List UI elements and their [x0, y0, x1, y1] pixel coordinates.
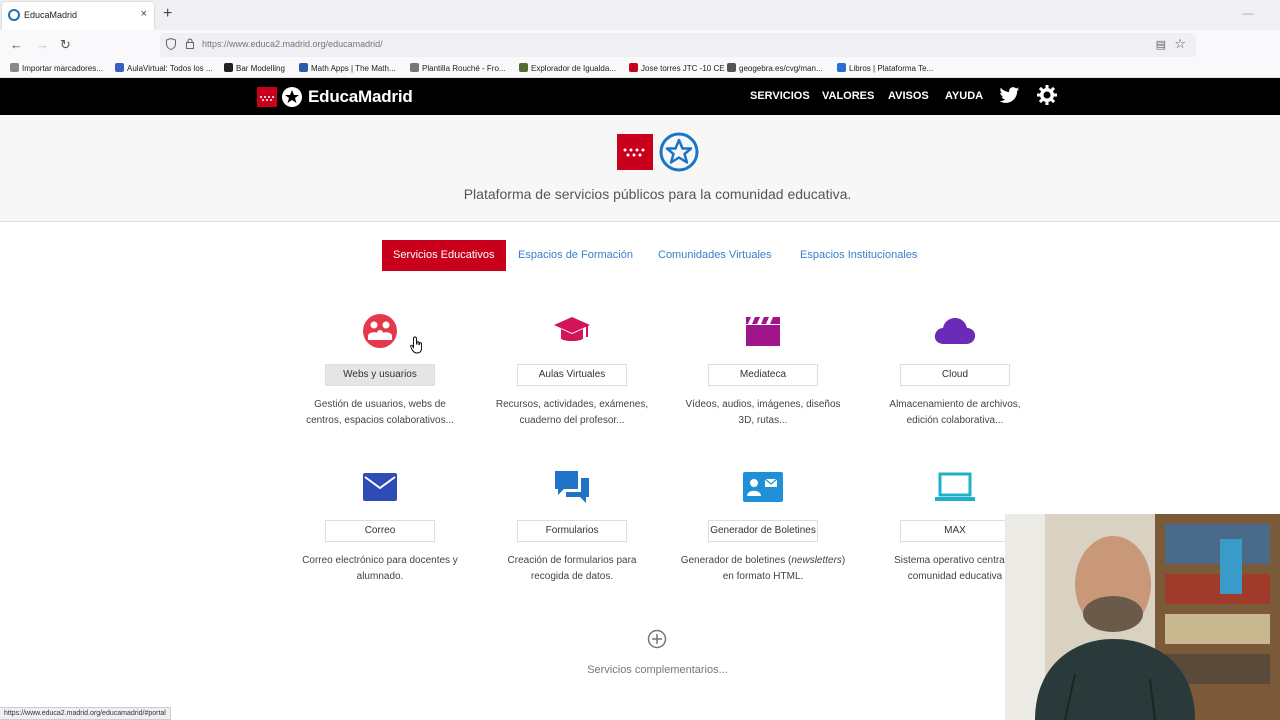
bookmark-item[interactable]: geogebra.es/cvg/man...	[727, 63, 823, 73]
forward-arrow-icon[interactable]: →	[36, 37, 49, 52]
new-tab-button[interactable]: +	[163, 6, 172, 22]
webcam-overlay	[1005, 514, 1280, 720]
max-button[interactable]: MAX	[900, 520, 1010, 542]
generador-boletines-button[interactable]: Generador de Boletines	[708, 520, 818, 542]
tab-espacios-formacion[interactable]: Espacios de Formación	[507, 240, 644, 271]
mediateca-button[interactable]: Mediateca	[708, 364, 818, 386]
graduation-cap-icon[interactable]	[554, 314, 590, 348]
service-cloud: Cloud Almacenamiento de archivos, edición…	[860, 314, 1050, 434]
bookmark-item[interactable]: AulaVirtual: Todos los ...	[115, 63, 213, 73]
educamadrid-star-icon[interactable]	[281, 86, 303, 108]
bookmark-favicon-icon	[115, 63, 124, 72]
service-description: Correo electrónico para docentes y alumna…	[302, 555, 458, 582]
service-description: Generador de boletines (newsletters) en f…	[680, 555, 846, 582]
service-webs-usuarios: Webs y usuarios Gestión de usuarios, web…	[285, 314, 475, 434]
hand-cursor-icon	[410, 336, 422, 354]
browser-tab[interactable]: EducaMadrid ×	[2, 2, 154, 30]
comunidad-madrid-flag-icon[interactable]	[257, 87, 277, 107]
bookmark-favicon-icon	[299, 63, 308, 72]
site-header	[0, 78, 1280, 115]
back-arrow-icon[interactable]: ←	[10, 37, 23, 52]
site-logo-text[interactable]: EducaMadrid	[308, 87, 413, 107]
cloud-icon[interactable]	[934, 314, 976, 348]
educamadrid-star-icon	[659, 132, 699, 172]
bookmark-item[interactable]: Explorador de Igualda...	[519, 63, 616, 73]
bookmark-star-icon[interactable]: ☆	[1174, 36, 1186, 52]
laptop-icon[interactable]	[934, 470, 976, 504]
menu-servicios[interactable]: SERVICIOS	[750, 90, 810, 102]
bookmark-favicon-icon	[629, 63, 638, 72]
tracking-shield-icon[interactable]	[166, 38, 176, 50]
minimize-window-icon[interactable]: —	[1242, 6, 1254, 20]
users-circle-icon[interactable]	[362, 314, 398, 348]
presenter-video-image	[1005, 514, 1280, 720]
close-tab-icon[interactable]: ×	[141, 8, 147, 20]
reader-view-icon[interactable]: ▤	[1156, 38, 1166, 51]
lock-icon[interactable]	[186, 38, 194, 49]
twitter-icon[interactable]	[1000, 86, 1020, 104]
site-favicon-icon	[8, 9, 20, 21]
chat-bubbles-icon[interactable]	[554, 470, 590, 504]
tab-espacios-institucionales[interactable]: Espacios Institucionales	[789, 240, 928, 271]
status-bar-url: https://www.educa2.madrid.org/educamadri…	[0, 707, 171, 720]
service-description: Creación de formularios para recogida de …	[507, 555, 637, 582]
bookmark-favicon-icon	[410, 63, 419, 72]
service-formularios: Formularios Creación de formularios para…	[477, 470, 667, 590]
browser-nav-bar: ← → ↻ https://www.educa2.madrid.org/educ…	[0, 30, 1280, 60]
formularios-button[interactable]: Formularios	[517, 520, 627, 542]
plus-circle-icon[interactable]	[647, 629, 667, 649]
platform-tagline: Plataforma de servicios públicos para la…	[463, 186, 852, 202]
service-correo: Correo Correo electrónico para docentes …	[285, 470, 475, 590]
browser-tab-strip	[0, 0, 1280, 30]
bookmark-item[interactable]: Math Apps | The Math...	[299, 63, 396, 73]
menu-avisos[interactable]: AVISOS	[888, 90, 929, 102]
bookmark-favicon-icon	[224, 63, 233, 72]
clapperboard-icon[interactable]	[745, 314, 781, 348]
gear-icon[interactable]	[1036, 84, 1058, 106]
bookmark-item[interactable]: Bar Modelling	[224, 63, 285, 73]
service-description: Gestión de usuarios, webs de centros, esp…	[306, 399, 454, 426]
correo-button[interactable]: Correo	[325, 520, 435, 542]
bookmark-favicon-icon	[519, 63, 528, 72]
service-aulas-virtuales: Aulas Virtuales Recursos, actividades, e…	[477, 314, 667, 434]
contact-card-icon[interactable]	[742, 470, 784, 504]
bookmark-item[interactable]: Jose torres JTC -10 CE	[629, 63, 725, 73]
service-description: Almacenamiento de archivos, edición colab…	[889, 399, 1021, 426]
tab-servicios-educativos[interactable]: Servicios Educativos	[382, 240, 506, 271]
url-text[interactable]: https://www.educa2.madrid.org/educamadri…	[202, 39, 383, 49]
aulas-virtuales-button[interactable]: Aulas Virtuales	[517, 364, 627, 386]
bookmarks-bar: Importar marcadores... AulaVirtual: Todo…	[0, 60, 1280, 78]
help-favicon-icon	[837, 63, 846, 72]
service-generador-boletines: Generador de Boletines Generador de bole…	[668, 470, 858, 590]
bookmark-item[interactable]: Plantilla Rouché - Fro...	[410, 63, 506, 73]
bookmark-import-icon	[10, 63, 19, 72]
bookmark-item[interactable]: Libros | Plataforma Te...	[837, 63, 933, 73]
menu-valores[interactable]: VALORES	[822, 90, 874, 102]
tab-comunidades-virtuales[interactable]: Comunidades Virtuales	[647, 240, 783, 271]
reload-icon[interactable]: ↻	[60, 37, 71, 53]
comunidad-madrid-flag-icon	[617, 134, 653, 170]
address-bar[interactable]: https://www.educa2.madrid.org/educamadri…	[160, 33, 1196, 57]
globe-icon	[727, 63, 736, 72]
bookmark-item[interactable]: Importar marcadores...	[10, 63, 103, 73]
menu-ayuda[interactable]: AYUDA	[945, 90, 983, 102]
envelope-icon[interactable]	[362, 470, 398, 504]
browser-tab-title: EducaMadrid	[24, 10, 78, 20]
service-description: Vídeos, audios, imágenes, diseños 3D, rut…	[685, 399, 841, 426]
webs-usuarios-button[interactable]: Webs y usuarios	[325, 364, 435, 386]
service-mediateca: Mediateca Vídeos, audios, imágenes, dise…	[668, 314, 858, 434]
service-description: Recursos, actividades, exámenes, cuaderno…	[495, 399, 649, 426]
cloud-button[interactable]: Cloud	[900, 364, 1010, 386]
